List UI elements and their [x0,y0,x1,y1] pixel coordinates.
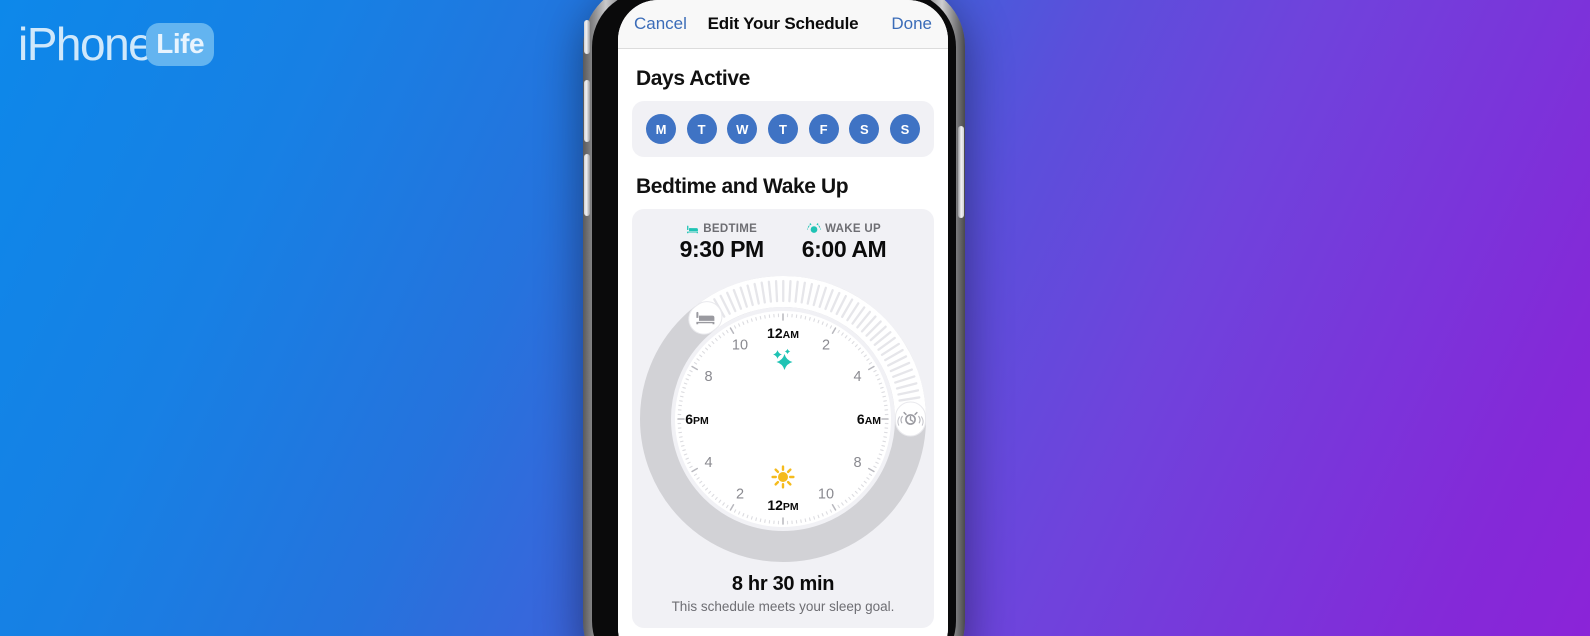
day-selector[interactable]: MTWTFSS [632,101,934,157]
sleep-dial-wrapper[interactable]: 12AM 2 4 6AM 8 10 12PM 2 4 6PM 8 10 [632,269,934,569]
days-active-heading: Days Active [636,67,750,90]
hour-label-8: 8 [704,369,712,385]
volume-up-button[interactable] [584,80,590,142]
hour-label-8: 8 [853,455,861,471]
hour-label-4: 4 [853,369,861,385]
day-toggle-friday[interactable]: F [808,114,839,144]
day-toggle-sunday[interactable]: S [889,114,920,144]
bedtime-block[interactable]: BEDTIME 9:30 PM [679,223,765,263]
bedtime-label: BEDTIME [703,223,758,235]
day-toggle-saturday[interactable]: S [849,114,880,144]
hour-label-10: 10 [818,487,834,503]
bed-icon [686,224,699,235]
sun-icon [771,465,795,489]
screenshot-stage: iPhone Life Cancel Edit Your Schedule Do… [0,0,1590,636]
wakeup-block[interactable]: WAKE UP 6:00 AM [802,223,887,263]
day-toggle-wednesday[interactable]: W [727,114,758,144]
sleep-schedule-card: BEDTIME 9:30 PM WAKE UP 6:00 AM 12AM 2 4… [632,209,934,628]
hour-label-2: 2 [736,487,744,503]
times-row: BEDTIME 9:30 PM WAKE UP 6:00 AM [632,221,934,265]
bedtime-label-row: BEDTIME [680,223,764,235]
wakeup-label-row: WAKE UP [802,223,887,235]
bedtime-value: 9:30 PM [679,236,765,262]
phone-screen: Cancel Edit Your Schedule Done Days Acti… [618,0,948,636]
settings-list: Days Active MTWTFSS Bedtime and Wake Up [618,49,948,636]
hour-label-2: 2 [822,338,830,354]
day-toggle-tuesday[interactable]: T [686,114,717,144]
ios-app-view: Cancel Edit Your Schedule Done Days Acti… [618,0,948,636]
sleep-goal-note: This schedule meets your sleep goal. [671,599,895,614]
alarm-icon [807,223,822,235]
sleep-schedule-dial[interactable]: 12AM246AM81012PM246PM810 [633,269,933,569]
day-toggle-thursday[interactable]: T [767,114,798,144]
sleep-duration: 8 hr 30 min [731,573,835,595]
logo-badge: Life [146,22,215,66]
sleep-summary: 8 hr 30 min This schedule meets your sle… [632,573,934,614]
logo-word: iPhone [18,18,154,70]
done-button[interactable]: Done [891,14,932,34]
mute-switch-button[interactable] [584,20,590,54]
wakeup-handle[interactable] [895,401,926,437]
hour-label-10: 10 [732,338,748,354]
power-button[interactable] [958,126,964,218]
volume-down-button[interactable] [584,154,590,216]
logo-badge-text: Life [156,27,205,59]
navigation-bar: Cancel Edit Your Schedule Done [618,0,948,49]
iphone-mockup: Cancel Edit Your Schedule Done Days Acti… [583,0,965,636]
wakeup-value: 6:00 AM [801,236,887,262]
iphonelife-logo: iPhone Life [18,18,215,70]
bedtime-wakeup-heading: Bedtime and Wake Up [636,175,849,198]
days-active-card: MTWTFSS [632,101,934,157]
cancel-button[interactable]: Cancel [634,14,687,34]
wakeup-label: WAKE UP [825,223,881,235]
hour-label-4: 4 [704,455,712,471]
day-toggle-monday[interactable]: M [646,114,676,144]
